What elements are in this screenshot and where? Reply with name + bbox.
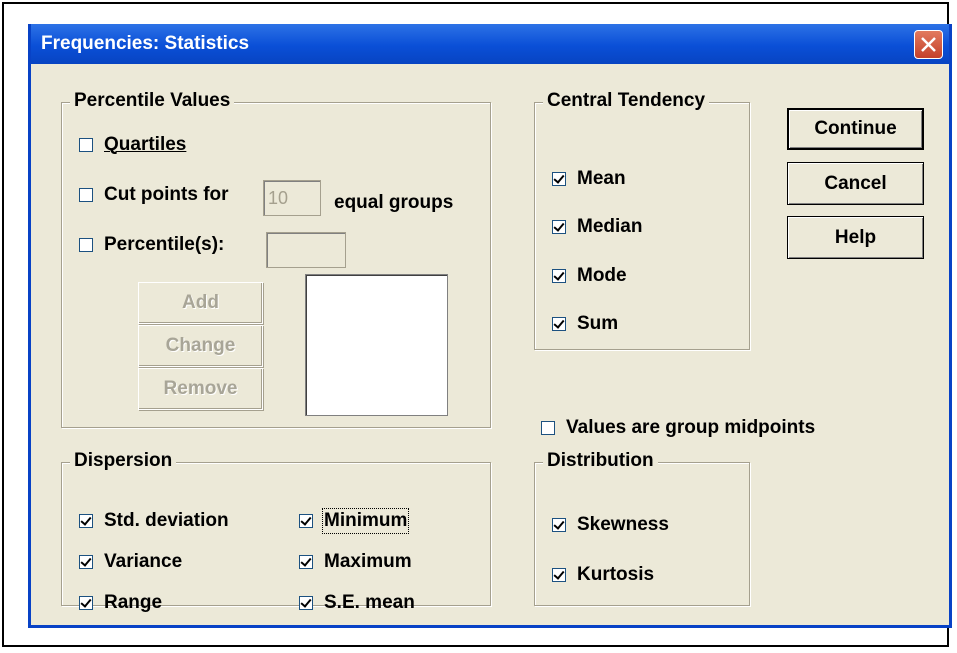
continue-button[interactable]: Continue <box>787 108 924 150</box>
mean-checkbox[interactable]: Mean <box>552 168 626 190</box>
quartiles-checkbox[interactable]: Quartiles <box>79 134 186 156</box>
distribution-legend: Distribution <box>543 450 658 472</box>
std-deviation-box[interactable] <box>79 514 93 528</box>
cut-points-box[interactable] <box>79 188 93 202</box>
remove-button[interactable]: Remove <box>138 368 263 410</box>
dispersion-group: Dispersion <box>61 450 491 606</box>
minimum-box[interactable] <box>299 514 313 528</box>
help-button[interactable]: Help <box>787 216 924 259</box>
group-midpoints-checkbox[interactable]: Values are group midpoints <box>541 417 815 439</box>
central-tendency-legend: Central Tendency <box>543 90 710 112</box>
range-checkbox[interactable]: Range <box>79 592 162 614</box>
close-icon <box>921 37 936 52</box>
sum-label: Sum <box>577 313 619 334</box>
window-title: Frequencies: Statistics <box>41 33 250 54</box>
mode-box[interactable] <box>552 269 566 283</box>
dispersion-legend: Dispersion <box>70 450 177 472</box>
variance-checkbox[interactable]: Variance <box>79 551 182 573</box>
minimum-checkbox[interactable]: Minimum <box>299 508 410 534</box>
skewness-label: Skewness <box>577 514 669 535</box>
variance-label: Variance <box>104 551 183 572</box>
cut-points-field[interactable]: 10 <box>263 180 321 216</box>
title-bar[interactable]: Frequencies: Statistics <box>31 24 949 64</box>
variance-box[interactable] <box>79 555 93 569</box>
quartiles-box[interactable] <box>79 138 93 152</box>
range-box[interactable] <box>79 596 93 610</box>
cancel-button[interactable]: Cancel <box>787 162 924 205</box>
std-deviation-checkbox[interactable]: Std. deviation <box>79 510 229 532</box>
minimum-label: Minimum <box>321 508 410 534</box>
se-mean-box[interactable] <box>299 596 313 610</box>
percentile-values-legend: Percentile Values <box>70 90 235 112</box>
dialog-body: Percentile Values Quartiles Cut points f… <box>31 64 949 625</box>
se-mean-label: S.E. mean <box>324 592 415 613</box>
sum-box[interactable] <box>552 317 566 331</box>
std-deviation-label: Std. deviation <box>104 510 229 531</box>
percentiles-field[interactable] <box>266 232 346 268</box>
sum-checkbox[interactable]: Sum <box>552 313 618 335</box>
maximum-label: Maximum <box>324 551 412 572</box>
maximum-checkbox[interactable]: Maximum <box>299 551 412 573</box>
kurtosis-box[interactable] <box>552 568 566 582</box>
close-button[interactable] <box>914 30 943 59</box>
percentiles-box[interactable] <box>79 238 93 252</box>
kurtosis-checkbox[interactable]: Kurtosis <box>552 564 654 586</box>
equal-groups-label: equal groups <box>334 192 454 213</box>
maximum-box[interactable] <box>299 555 313 569</box>
add-button[interactable]: Add <box>138 282 263 324</box>
median-checkbox[interactable]: Median <box>552 216 642 238</box>
change-button[interactable]: Change <box>138 325 263 367</box>
percentiles-label: Percentile(s): <box>104 234 225 255</box>
kurtosis-label: Kurtosis <box>577 564 655 585</box>
skewness-box[interactable] <box>552 518 566 532</box>
mode-label: Mode <box>577 265 627 286</box>
median-label: Median <box>577 216 643 237</box>
cut-points-checkbox[interactable]: Cut points for <box>79 184 229 206</box>
median-box[interactable] <box>552 220 566 234</box>
mean-label: Mean <box>577 168 626 189</box>
frequencies-statistics-dialog: Frequencies: Statistics Percentile Value… <box>28 24 952 628</box>
skewness-checkbox[interactable]: Skewness <box>552 514 669 536</box>
percentile-list[interactable] <box>305 274 448 416</box>
se-mean-checkbox[interactable]: S.E. mean <box>299 592 415 614</box>
group-midpoints-label: Values are group midpoints <box>566 417 816 438</box>
mode-checkbox[interactable]: Mode <box>552 265 627 287</box>
percentiles-checkbox[interactable]: Percentile(s): <box>79 234 224 256</box>
quartiles-label: Quartiles <box>104 134 187 155</box>
range-label: Range <box>104 592 163 613</box>
group-midpoints-box[interactable] <box>541 421 555 435</box>
cut-points-label: Cut points for <box>104 184 229 205</box>
mean-box[interactable] <box>552 172 566 186</box>
